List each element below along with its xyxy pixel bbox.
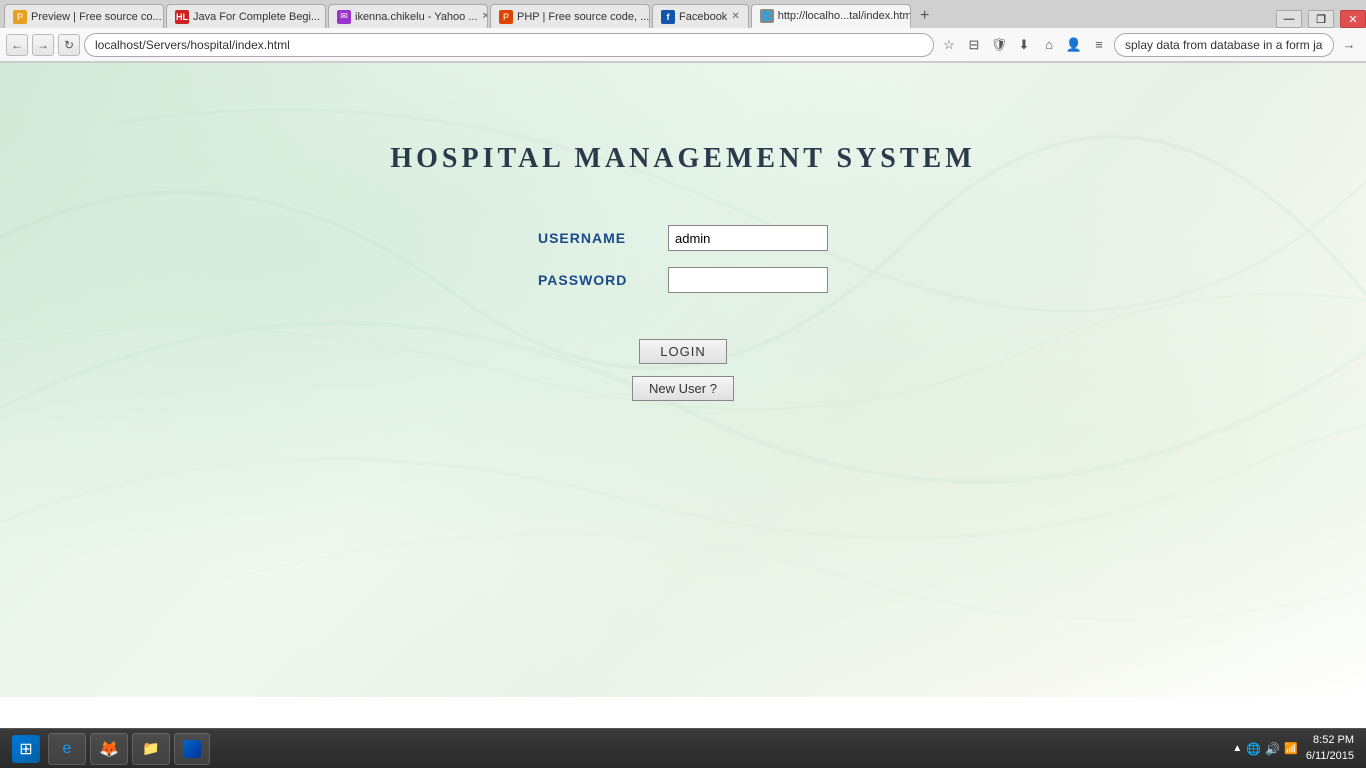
tab-3-close[interactable]: ✕ [482, 11, 488, 22]
tab-2-label: Java For Complete Begi... [193, 11, 320, 23]
browser-chrome: P Preview | Free source co... ✕ HL Java … [0, 0, 1366, 63]
tray-network: 🌐 [1246, 742, 1261, 756]
page-title: HOSPITAL MANAGEMENT SYSTEM [390, 143, 975, 175]
toolbar-icons: ☆ ⊟ 🛡 ⬇ ⌂ 👤 ≡ [938, 34, 1110, 56]
download-icon[interactable]: ⬇ [1013, 34, 1035, 56]
reader-icon[interactable]: ⊟ [963, 34, 985, 56]
username-input[interactable] [668, 225, 828, 251]
search-go-icon[interactable]: → [1338, 34, 1360, 56]
tab-4-label: PHP | Free source code, ... [517, 11, 649, 23]
tab-3-favicon: ✉ [337, 10, 351, 24]
username-row: USERNAME [538, 225, 828, 251]
tab-2-favicon: HL [175, 10, 189, 24]
system-tray: ▲ 🌐 🔊 📶 8:52 PM 6/11/2015 [1232, 733, 1354, 764]
new-tab-button[interactable]: + [913, 4, 937, 28]
refresh-button[interactable]: ↻ [58, 34, 80, 56]
ie-icon: e [57, 739, 77, 759]
login-container: HOSPITAL MANAGEMENT SYSTEM USERNAME PASS… [390, 143, 975, 401]
home-icon[interactable]: ⌂ [1038, 34, 1060, 56]
windows-icon: ⊞ [12, 735, 40, 763]
taskbar-firefox[interactable]: 🦊 [90, 733, 128, 765]
address-bar: ← → ↻ ☆ ⊟ 🛡 ⬇ ⌂ 👤 ≡ → [0, 28, 1366, 62]
new-user-button[interactable]: New User ? [632, 376, 734, 401]
tab-6[interactable]: 🌐 http://localho...tal/index.html ✕ [751, 4, 911, 28]
password-input[interactable] [668, 267, 828, 293]
taskbar-explorer[interactable]: 📁 [132, 733, 170, 765]
system-clock: 8:52 PM 6/11/2015 [1306, 733, 1354, 764]
login-button[interactable]: LOGIN [639, 339, 726, 364]
tab-6-favicon: 🌐 [760, 9, 774, 23]
profile-icon[interactable]: 👤 [1063, 34, 1085, 56]
tab-4-favicon: P [499, 10, 513, 24]
back-button[interactable]: ← [6, 34, 28, 56]
username-label: USERNAME [538, 230, 668, 246]
url-input[interactable] [84, 33, 934, 57]
restore-button[interactable]: ❐ [1308, 10, 1334, 28]
close-button[interactable]: ✕ [1340, 10, 1366, 28]
tab-6-label: http://localho...tal/index.html [778, 10, 911, 22]
tab-2[interactable]: HL Java For Complete Begi... ✕ [166, 4, 326, 28]
tab-2-close[interactable]: ✕ [324, 11, 326, 22]
tab-5-close[interactable]: ✕ [731, 11, 739, 22]
taskbar-app[interactable] [174, 733, 210, 765]
taskbar-ie[interactable]: e [48, 733, 86, 765]
tab-bar: P Preview | Free source co... ✕ HL Java … [0, 0, 1366, 28]
tab-4[interactable]: P PHP | Free source code, ... ✕ [490, 4, 650, 28]
window-controls: — ❐ ✕ [1276, 10, 1366, 28]
forward-button[interactable]: → [32, 34, 54, 56]
clock-time: 8:52 PM [1306, 733, 1354, 748]
bookmark-icon[interactable]: ☆ [938, 34, 960, 56]
tab-1[interactable]: P Preview | Free source co... ✕ [4, 4, 164, 28]
tab-5-label: Facebook [679, 11, 727, 23]
search-input[interactable] [1114, 33, 1334, 57]
password-row: PASSWORD [538, 267, 828, 293]
tab-3-label: ikenna.chikelu - Yahoo ... [355, 11, 478, 23]
clock-date: 6/11/2015 [1306, 749, 1354, 764]
tab-3[interactable]: ✉ ikenna.chikelu - Yahoo ... ✕ [328, 4, 488, 28]
shield-icon[interactable]: 🛡 [988, 34, 1010, 56]
minimize-button[interactable]: — [1276, 10, 1302, 28]
tab-5[interactable]: f Facebook ✕ [652, 4, 749, 28]
password-label: PASSWORD [538, 272, 668, 288]
tab-1-label: Preview | Free source co... [31, 11, 162, 23]
tray-arrow[interactable]: ▲ [1232, 743, 1242, 754]
menu-icon[interactable]: ≡ [1088, 34, 1110, 56]
tray-icons: ▲ 🌐 🔊 📶 [1232, 742, 1298, 756]
tab-5-favicon: f [661, 10, 675, 24]
tray-signal: 📶 [1284, 742, 1298, 755]
tray-volume: 🔊 [1265, 742, 1280, 756]
main-content: HOSPITAL MANAGEMENT SYSTEM USERNAME PASS… [0, 63, 1366, 697]
explorer-icon: 📁 [141, 739, 161, 759]
tab-1-favicon: P [13, 10, 27, 24]
taskbar: ⊞ e 🦊 📁 ▲ 🌐 🔊 📶 8:52 PM 6/11/2015 [0, 728, 1366, 768]
firefox-icon: 🦊 [99, 739, 119, 759]
start-button[interactable]: ⊞ [8, 733, 44, 765]
app-icon [183, 740, 201, 758]
